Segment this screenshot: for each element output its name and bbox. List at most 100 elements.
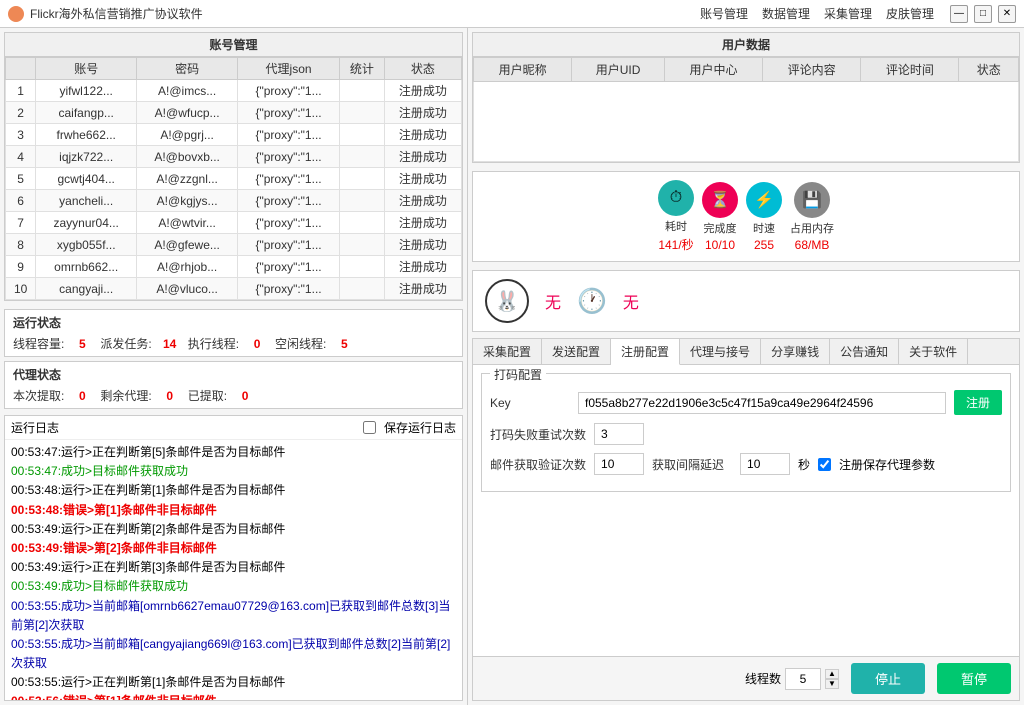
col-status: 状态 (384, 58, 461, 80)
col-index (6, 58, 36, 80)
thread-input[interactable] (785, 668, 821, 690)
idle-thread-value: 5 (334, 337, 354, 351)
stats-section: ⏱ 耗时 141/秒 ⏳ 完成度 10/10 ⚡ 时速 255 💾 占用内存 (472, 171, 1020, 262)
tab-注册配置[interactable]: 注册配置 (611, 339, 680, 365)
tab-bar: 采集配置发送配置注册配置代理与接号分享赚钱公告通知关于软件 (473, 339, 1019, 365)
clock-icon: 🕐 (577, 287, 607, 316)
col-stats: 统计 (339, 58, 384, 80)
user-col-nickname: 用户昵称 (474, 58, 572, 82)
table-row[interactable]: 1yifwl122...A!@imcs...{"proxy":"1...注册成功 (6, 80, 462, 102)
stat-speed: ⚡ 时速 255 (746, 182, 782, 252)
table-row[interactable]: 9omrnb662...A!@rhjob...{"proxy":"1...注册成… (6, 256, 462, 278)
nav-account[interactable]: 账号管理 (700, 5, 748, 22)
log-line: 00:53:49:错误>第[2]条邮件非目标邮件 (11, 539, 456, 558)
stop-button[interactable]: 停止 (851, 663, 925, 694)
idle-thread-label: 空闲线程: (275, 335, 326, 352)
key-input[interactable] (578, 392, 946, 414)
remaining-proxy-value: 0 (160, 389, 180, 403)
user-col-comment: 评论内容 (763, 58, 861, 82)
minimize-button[interactable]: — (950, 5, 968, 23)
log-line: 00:53:47:运行>正在判断第[5]条邮件是否为目标邮件 (11, 443, 456, 462)
speed-icon: ⚡ (746, 182, 782, 218)
close-button[interactable]: ✕ (998, 5, 1016, 23)
log-line: 00:53:48:错误>第[1]条邮件非目标邮件 (11, 501, 456, 520)
user-col-center: 用户中心 (664, 58, 762, 82)
key-row: Key 注册 (490, 390, 1002, 415)
fetch-delay-input[interactable] (740, 453, 790, 475)
tab-分享赚钱[interactable]: 分享赚钱 (761, 339, 830, 364)
app-title: Flickr海外私信营销推广协议软件 (30, 5, 203, 22)
fail-retry-row: 打码失败重试次数 (490, 423, 1002, 445)
nav-skin[interactable]: 皮肤管理 (886, 5, 934, 22)
avatar-row: 🐰 无 🕐 无 (477, 275, 1015, 327)
fail-retry-input[interactable] (594, 423, 644, 445)
avatar-section: 🐰 无 🕐 无 (472, 270, 1020, 332)
save-log-label: 保存运行日志 (384, 419, 456, 436)
log-line: 00:53:48:运行>正在判断第[1]条邮件是否为目标邮件 (11, 481, 456, 500)
email-verify-input[interactable] (594, 453, 644, 475)
email-verify-label: 邮件获取验证次数 (490, 456, 586, 473)
log-section: 运行日志 保存运行日志 00:53:47:运行>正在判断第[5]条邮件是否为目标… (4, 415, 463, 701)
thread-label: 线程数 (745, 670, 781, 687)
tab-关于软件[interactable]: 关于软件 (899, 339, 968, 364)
log-line: 00:53:55:运行>正在判断第[1]条邮件是否为目标邮件 (11, 673, 456, 692)
table-row[interactable]: 10cangyaji...A!@vluco...{"proxy":"1...注册… (6, 278, 462, 300)
code-config-group: 打码配置 Key 注册 打码失败重试次数 邮件获取验证次数 获取间隔延迟 (481, 373, 1011, 492)
hourglass-icon: ⏳ (702, 182, 738, 218)
table-row[interactable]: 6yancheli...A!@kgjys...{"proxy":"1...注册成… (6, 190, 462, 212)
fetch-delay-unit: 秒 (798, 456, 810, 473)
table-row[interactable]: 4iqjzk722...A!@bovxb...{"proxy":"1...注册成… (6, 146, 462, 168)
running-status-title: 运行状态 (13, 314, 454, 331)
app-logo (8, 6, 24, 22)
table-row[interactable]: 3frwhe662...A!@pgrj...{"proxy":"1...注册成功 (6, 124, 462, 146)
tab-发送配置[interactable]: 发送配置 (542, 339, 611, 364)
tab-采集配置[interactable]: 采集配置 (473, 339, 542, 364)
proxy-status-row: 本次提取: 0 剩余代理: 0 已提取: 0 (13, 387, 454, 404)
fetch-count-label: 本次提取: (13, 387, 64, 404)
save-proxy-checkbox[interactable] (818, 458, 831, 471)
fetched-value: 0 (235, 389, 255, 403)
timer-icon: ⏱ (658, 180, 694, 216)
account-table: 账号 密码 代理json 统计 状态 1yifwl122...A!@imcs..… (5, 57, 462, 300)
table-row[interactable]: 8xygb055f...A!@gfewe...{"proxy":"1...注册成… (6, 234, 462, 256)
log-header: 运行日志 保存运行日志 (5, 416, 462, 440)
thread-increment[interactable]: ▲ (825, 669, 839, 679)
save-log-checkbox[interactable] (363, 421, 376, 434)
save-proxy-label: 注册保存代理参数 (839, 456, 935, 473)
nav-collect[interactable]: 采集管理 (824, 5, 872, 22)
user-data-section: 用户数据 用户昵称 用户UID 用户中心 评论内容 评论时间 状态 (472, 32, 1020, 163)
stat-memory: 💾 占用内存 68/MB (790, 182, 834, 252)
log-line: 00:53:49:成功>目标邮件获取成功 (11, 577, 456, 596)
table-row[interactable]: 2caifangp...A!@wfucp...{"proxy":"1...注册成… (6, 102, 462, 124)
table-row[interactable]: 5gcwtj404...A!@zzgnl...{"proxy":"1...注册成… (6, 168, 462, 190)
thread-decrement[interactable]: ▼ (825, 679, 839, 689)
proxy-status-section: 代理状态 本次提取: 0 剩余代理: 0 已提取: 0 (4, 361, 463, 409)
stat-speed-label: 时速 (753, 220, 775, 236)
left-panel: 账号管理 账号 密码 代理json 统计 状态 1yifwl122...A!@i… (0, 28, 468, 705)
stat-completion-label: 完成度 (704, 220, 737, 236)
remaining-proxy-label: 剩余代理: (100, 387, 151, 404)
nav-data[interactable]: 数据管理 (762, 5, 810, 22)
log-title: 运行日志 (11, 419, 59, 436)
tab-代理与接号[interactable]: 代理与接号 (680, 339, 761, 364)
account-section: 账号管理 账号 密码 代理json 统计 状态 1yifwl122...A!@i… (4, 32, 463, 301)
proxy-status-title: 代理状态 (13, 366, 454, 383)
register-button[interactable]: 注册 (954, 390, 1002, 415)
tab-公告通知[interactable]: 公告通知 (830, 339, 899, 364)
thread-cap-value: 5 (72, 337, 92, 351)
account-section-title: 账号管理 (5, 33, 462, 57)
table-row[interactable]: 7zayynur04...A!@wtvir...{"proxy":"1...注册… (6, 212, 462, 234)
user-table: 用户昵称 用户UID 用户中心 评论内容 评论时间 状态 (473, 57, 1019, 162)
fail-retry-label: 打码失败重试次数 (490, 426, 586, 443)
user-col-uid: 用户UID (572, 58, 665, 82)
email-verify-row: 邮件获取验证次数 获取间隔延迟 秒 注册保存代理参数 (490, 453, 1002, 475)
bottom-bar: 线程数 ▲ ▼ 停止 暂停 (473, 656, 1019, 700)
fetched-label: 已提取: (188, 387, 227, 404)
log-line: 00:53:47:成功>目标邮件获取成功 (11, 462, 456, 481)
log-line: 00:53:56:错误>第[1]条邮件非目标邮件 (11, 692, 456, 700)
maximize-button[interactable]: □ (974, 5, 992, 23)
stat-speed-value: 255 (754, 238, 774, 252)
pause-button[interactable]: 暂停 (937, 663, 1011, 694)
log-save-option[interactable]: 保存运行日志 (363, 419, 456, 436)
user-col-time: 评论时间 (861, 58, 959, 82)
